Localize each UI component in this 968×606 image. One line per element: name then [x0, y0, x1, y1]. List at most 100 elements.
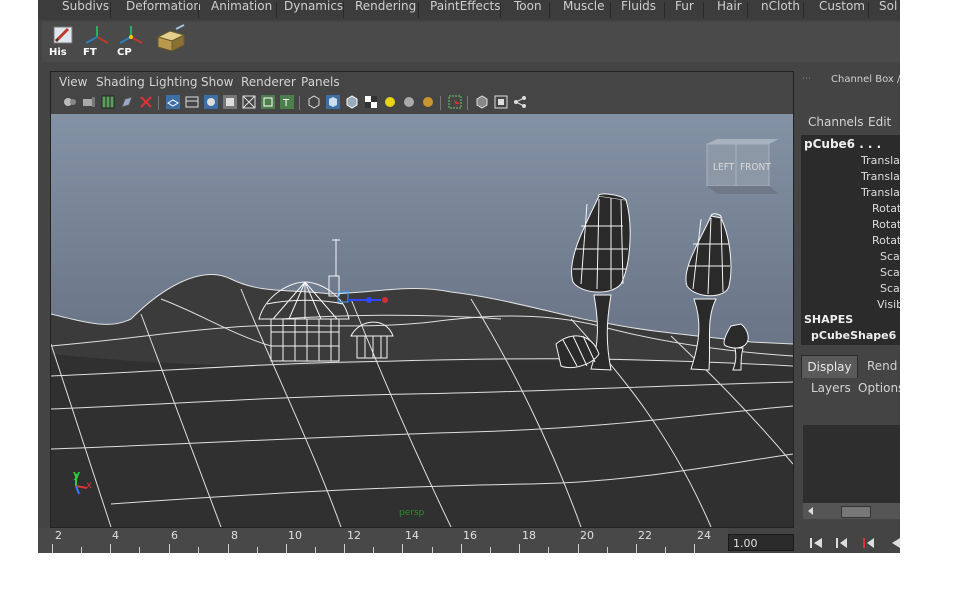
time-slider[interactable]: 2 4 6 8 10 12 14 16 18 20 22 24: [38, 528, 728, 553]
viewport-menu-show[interactable]: Show: [201, 75, 233, 89]
scroll-left-arrow-icon[interactable]: [806, 506, 816, 516]
time-tick: [694, 544, 695, 553]
menu-separator: [198, 2, 199, 18]
smooth-shade-icon[interactable]: [326, 95, 340, 109]
channel-list: pCube6 . . . Translat Translat Translat …: [801, 135, 900, 345]
viewcube-left-label[interactable]: LEFT: [713, 162, 734, 173]
maya-main-window: Subdivs Deformation Animation Dynamics R…: [38, 0, 900, 553]
menu-toon[interactable]: Toon: [514, 0, 542, 19]
toolbar-separator: [440, 96, 441, 110]
isolate-select-icon[interactable]: [475, 95, 489, 109]
menu-separator: [418, 2, 419, 18]
channel-rotate-z[interactable]: Rotat: [872, 234, 900, 247]
tab-display[interactable]: Display: [801, 355, 858, 378]
menu-custom[interactable]: Custom: [819, 0, 865, 19]
viewport-menu-view[interactable]: View: [59, 75, 87, 89]
grease-pencil-icon[interactable]: [120, 95, 134, 109]
field-chart-icon[interactable]: [242, 95, 256, 109]
tab-render[interactable]: Rend: [858, 355, 900, 377]
layer-menu-layers[interactable]: Layers: [811, 381, 851, 395]
film-gate-icon[interactable]: [185, 95, 199, 109]
menu-sol[interactable]: Sol: [879, 0, 897, 19]
viewcube-front-label[interactable]: FRONT: [740, 162, 771, 173]
wireframe-icon[interactable]: [307, 95, 321, 109]
viewport-scene[interactable]: LEFT FRONT y x persp: [51, 114, 793, 527]
channel-translate-y[interactable]: Translat: [861, 170, 900, 183]
time-tick-label: 10: [288, 529, 302, 542]
time-tick: [665, 547, 666, 553]
resolution-gate-icon[interactable]: [204, 95, 218, 109]
channel-visibility[interactable]: Visib: [877, 298, 900, 311]
wireframe-on-shaded-icon[interactable]: [345, 95, 359, 109]
shapes-header: SHAPES: [804, 313, 854, 326]
panel-grip-icon[interactable]: ⋯: [802, 74, 811, 84]
shelf-history-button[interactable]: His: [46, 23, 80, 59]
menu-deformation[interactable]: Deformation: [126, 0, 201, 19]
viewport-menu-lighting[interactable]: Lighting: [149, 75, 198, 89]
bookmark-icon[interactable]: [139, 95, 153, 109]
menu-animation[interactable]: Animation: [211, 0, 272, 19]
layer-list[interactable]: [803, 425, 900, 505]
menu-separator: [110, 2, 111, 18]
xray-icon[interactable]: [448, 95, 462, 109]
go-to-start-icon[interactable]: [808, 536, 824, 550]
time-tick: [110, 544, 111, 553]
menu-dynamics[interactable]: Dynamics: [284, 0, 343, 19]
menu-muscle[interactable]: Muscle: [563, 0, 605, 19]
channel-rotate-x[interactable]: Rotat: [872, 202, 900, 215]
texture-icon[interactable]: [364, 95, 378, 109]
hardware-render-icon[interactable]: [513, 95, 527, 109]
menu-separator: [343, 2, 344, 18]
viewport-menu-panels[interactable]: Panels: [301, 75, 340, 89]
time-tick: [257, 547, 258, 553]
current-frame-field[interactable]: 1.00: [728, 534, 794, 551]
menu-hair[interactable]: Hair: [717, 0, 742, 19]
layer-horizontal-scrollbar[interactable]: [803, 503, 900, 519]
lights-icon[interactable]: [383, 95, 397, 109]
grid-toggle-icon[interactable]: [166, 95, 180, 109]
step-back-frame-icon[interactable]: [861, 536, 877, 550]
viewport-menu-shading[interactable]: Shading: [96, 75, 145, 89]
default-lighting-icon[interactable]: [494, 95, 508, 109]
svg-text:T: T: [282, 98, 290, 109]
gate-mask-icon[interactable]: [223, 95, 237, 109]
menu-rendering[interactable]: Rendering: [355, 0, 416, 19]
safe-title-icon[interactable]: T: [280, 95, 294, 109]
viewport-menu-renderer[interactable]: Renderer: [241, 75, 296, 89]
shelf-freeze-transform-button[interactable]: FT: [80, 23, 114, 59]
camera-attributes-icon[interactable]: [82, 95, 96, 109]
step-back-key-icon[interactable]: [834, 536, 850, 550]
channel-translate-x[interactable]: Translat: [861, 154, 900, 167]
layer-menu-options[interactable]: Options: [858, 381, 900, 395]
menu-fluids[interactable]: Fluids: [621, 0, 656, 19]
channel-scale-y[interactable]: Sca: [880, 266, 900, 279]
play-backwards-icon[interactable]: [888, 536, 900, 550]
camera-select-icon[interactable]: [63, 95, 77, 109]
time-tick-label: 6: [171, 529, 178, 542]
shelf-uv-box-button[interactable]: [154, 23, 188, 59]
channel-scale-z[interactable]: Sca: [880, 282, 900, 295]
shadows-icon[interactable]: [402, 95, 416, 109]
shelf-freeze-transform-label: FT: [83, 47, 97, 58]
channel-box-menu-edit[interactable]: Edit: [868, 115, 891, 129]
channel-translate-z[interactable]: Translat: [861, 186, 900, 199]
time-tick: [373, 547, 374, 553]
shelf-center-pivot-button[interactable]: CP: [114, 23, 148, 59]
menu-fur[interactable]: Fur: [675, 0, 694, 19]
ambient-occlusion-icon[interactable]: [421, 95, 435, 109]
shape-node-name[interactable]: pCubeShape6: [811, 329, 896, 342]
menu-ncloth[interactable]: nCloth: [761, 0, 800, 19]
scroll-thumb[interactable]: [841, 506, 871, 518]
safe-action-icon[interactable]: [261, 95, 275, 109]
menu-subdivs[interactable]: Subdivs: [62, 0, 109, 19]
menu-painteffects[interactable]: PaintEffects: [430, 0, 500, 19]
channel-scale-x[interactable]: Sca: [880, 250, 900, 263]
selected-object-name[interactable]: pCube6 . . .: [804, 137, 881, 151]
time-tick-label: 24: [697, 529, 711, 542]
channel-box-title: Channel Box / La: [831, 74, 900, 85]
channel-box-menu-channels[interactable]: Channels: [808, 115, 864, 129]
time-tick: [636, 544, 637, 553]
image-plane-icon[interactable]: [101, 95, 115, 109]
time-tick: [81, 547, 82, 553]
channel-rotate-y[interactable]: Rotat: [872, 218, 900, 231]
